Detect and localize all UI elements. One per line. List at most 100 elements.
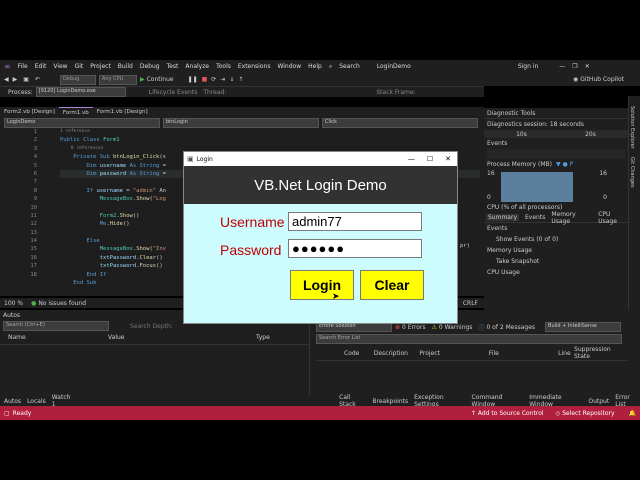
step-out-icon[interactable]: ↑ xyxy=(238,76,243,83)
col-suppression[interactable]: Suppression State xyxy=(574,346,628,360)
menu-build[interactable]: Build xyxy=(118,63,133,70)
add-source-control[interactable]: Add to Source Control xyxy=(478,410,544,417)
thread-label[interactable]: Thread: xyxy=(203,89,226,96)
status-ready: Ready xyxy=(12,409,32,417)
error-icon: ⊗ xyxy=(395,323,401,331)
lifecycle-events[interactable]: Lifecycle Events xyxy=(149,89,198,96)
search-icon[interactable]: ⌕ xyxy=(329,63,332,71)
info-icon: ⓘ xyxy=(478,324,485,332)
stop-icon[interactable]: ■ xyxy=(202,76,208,83)
toolbar: ◀ ▶ ▣ ↶ Debug Any CPU ▶ Continue ❚❚ ■ ⟳ … xyxy=(0,73,640,86)
error-list-search[interactable]: Search Error List xyxy=(316,334,622,344)
continue-button[interactable]: Continue xyxy=(147,76,174,83)
undo-icon[interactable]: ↶ xyxy=(35,76,40,83)
menu-test[interactable]: Test xyxy=(167,63,179,70)
menu-extensions[interactable]: Extensions xyxy=(238,63,271,70)
menu-window[interactable]: Window xyxy=(277,63,301,70)
col-code[interactable]: Code xyxy=(344,350,374,357)
tab-output[interactable]: Output xyxy=(588,398,609,405)
dialog-minimize-icon[interactable]: — xyxy=(408,155,415,163)
menu-git[interactable]: Git xyxy=(75,63,84,70)
event-dropdown[interactable]: Click xyxy=(322,118,478,128)
col-value[interactable]: Value xyxy=(108,334,256,341)
step-into-icon[interactable]: ↓ xyxy=(229,76,234,83)
git-changes-tab[interactable]: Git Changes xyxy=(629,157,635,188)
dialog-close-icon[interactable]: ✕ xyxy=(445,155,451,163)
save-icon[interactable]: ▣ xyxy=(23,76,29,83)
build-filter-select[interactable]: Build + IntelliSense xyxy=(545,322,622,332)
menu-tools[interactable]: Tools xyxy=(216,63,231,70)
tab-events[interactable]: Events xyxy=(525,214,545,221)
editor-nav-bar: LoginDemo btnLogin Click xyxy=(0,118,484,128)
menu-view[interactable]: View xyxy=(53,63,67,70)
dialog-titlebar[interactable]: ▣ Login — ☐ ✕ xyxy=(184,152,457,166)
show-events-link[interactable]: Show Events (0 of 0) xyxy=(484,234,628,245)
menu-debug[interactable]: Debug xyxy=(140,63,160,70)
col-type[interactable]: Type xyxy=(256,334,270,341)
issues-status[interactable]: No issues found xyxy=(38,300,86,307)
tab-summary[interactable]: Summary xyxy=(486,214,519,221)
pause-icon[interactable]: ❚❚ xyxy=(188,76,198,83)
take-snapshot-button[interactable]: Take Snapshot xyxy=(484,256,628,267)
platform-select[interactable]: Any CPU xyxy=(98,74,137,85)
forward-icon[interactable]: ▶ xyxy=(13,76,18,83)
warnings-filter[interactable]: 0 Warnings xyxy=(439,324,473,331)
back-icon[interactable]: ◀ xyxy=(4,76,9,83)
menu-bar: ∞ File Edit View Git Project Build Debug… xyxy=(0,60,640,73)
project-dropdown[interactable]: LoginDemo xyxy=(4,118,160,128)
tab-form1-design[interactable]: Form1.vb [Design] xyxy=(93,107,152,118)
col-file[interactable]: File xyxy=(489,350,558,357)
solution-explorer-tab[interactable]: Solution Explorer xyxy=(629,106,635,149)
bell-icon[interactable]: 🔔 xyxy=(629,410,636,417)
process-select[interactable]: [9120] LoginDemo.exe xyxy=(35,87,126,97)
restart-icon[interactable]: ⟳ xyxy=(211,76,216,83)
tab-form2-design[interactable]: Form2.vb [Design] xyxy=(0,107,59,118)
col-description[interactable]: Description xyxy=(374,350,420,357)
copilot-icon[interactable]: ◉ xyxy=(573,76,578,83)
menu-help[interactable]: Help xyxy=(308,63,322,70)
tab-cpu-usage[interactable]: CPU Usage xyxy=(598,211,628,225)
continue-icon[interactable]: ▶ xyxy=(140,76,145,83)
dialog-maximize-icon[interactable]: ☐ xyxy=(427,155,433,163)
login-button[interactable]: Login xyxy=(290,270,354,300)
password-input[interactable]: ●●●●●● xyxy=(288,239,422,258)
line-ending[interactable]: CRLF xyxy=(463,300,478,307)
col-line[interactable]: Line xyxy=(558,350,574,357)
search-depth[interactable]: Search Depth: xyxy=(130,323,173,330)
messages-filter[interactable]: 0 of 2 Messages xyxy=(486,324,535,331)
zoom-level[interactable]: 100 % xyxy=(4,300,23,307)
signin-link[interactable]: Sign in xyxy=(518,63,538,70)
tab-autos[interactable]: Autos xyxy=(4,398,21,405)
close-icon[interactable]: ✕ xyxy=(585,63,590,70)
tab-locals[interactable]: Locals xyxy=(27,398,46,405)
autos-search[interactable]: Search (Ctrl+E) xyxy=(3,321,109,331)
step-icon[interactable]: ⇥ xyxy=(220,76,225,83)
events-track-label[interactable]: Events xyxy=(484,138,628,149)
col-project[interactable]: Project xyxy=(419,350,488,357)
tab-memory-usage[interactable]: Memory Usage xyxy=(551,211,592,225)
restore-icon[interactable]: ❐ xyxy=(572,63,577,70)
search-menu[interactable]: Search xyxy=(339,63,360,70)
menu-edit[interactable]: Edit xyxy=(35,63,47,70)
clear-button[interactable]: Clear xyxy=(360,270,424,300)
config-select[interactable]: Debug xyxy=(59,74,96,85)
tab-form1-code[interactable]: Form1.vb xyxy=(58,106,93,119)
errors-filter[interactable]: 0 Errors xyxy=(402,324,425,331)
object-dropdown[interactable]: btnLogin xyxy=(163,118,319,128)
process-label: Process: xyxy=(8,88,33,96)
memory-axis-bottom-right: 0 xyxy=(603,194,607,201)
menu-analyze[interactable]: Analyze xyxy=(185,63,209,70)
stackframe-label[interactable]: Stack Frame: xyxy=(376,89,415,96)
process-memory-label[interactable]: Process Memory (MB) xyxy=(487,161,552,168)
memory-legend-icon: ▼ ● P xyxy=(555,161,574,168)
menu-file[interactable]: File xyxy=(18,63,28,70)
username-input[interactable]: admin77 xyxy=(288,212,422,231)
minimize-icon[interactable]: — xyxy=(559,63,565,70)
vs-logo-icon[interactable]: ∞ xyxy=(4,62,11,71)
select-repository[interactable]: Select Repository xyxy=(562,410,614,417)
memory-chart xyxy=(501,172,573,202)
col-name[interactable]: Name xyxy=(8,334,108,341)
copilot-button[interactable]: GitHub Copilot xyxy=(580,76,624,83)
tab-breakpoints[interactable]: Breakpoints xyxy=(372,398,408,405)
menu-project[interactable]: Project xyxy=(90,63,111,70)
